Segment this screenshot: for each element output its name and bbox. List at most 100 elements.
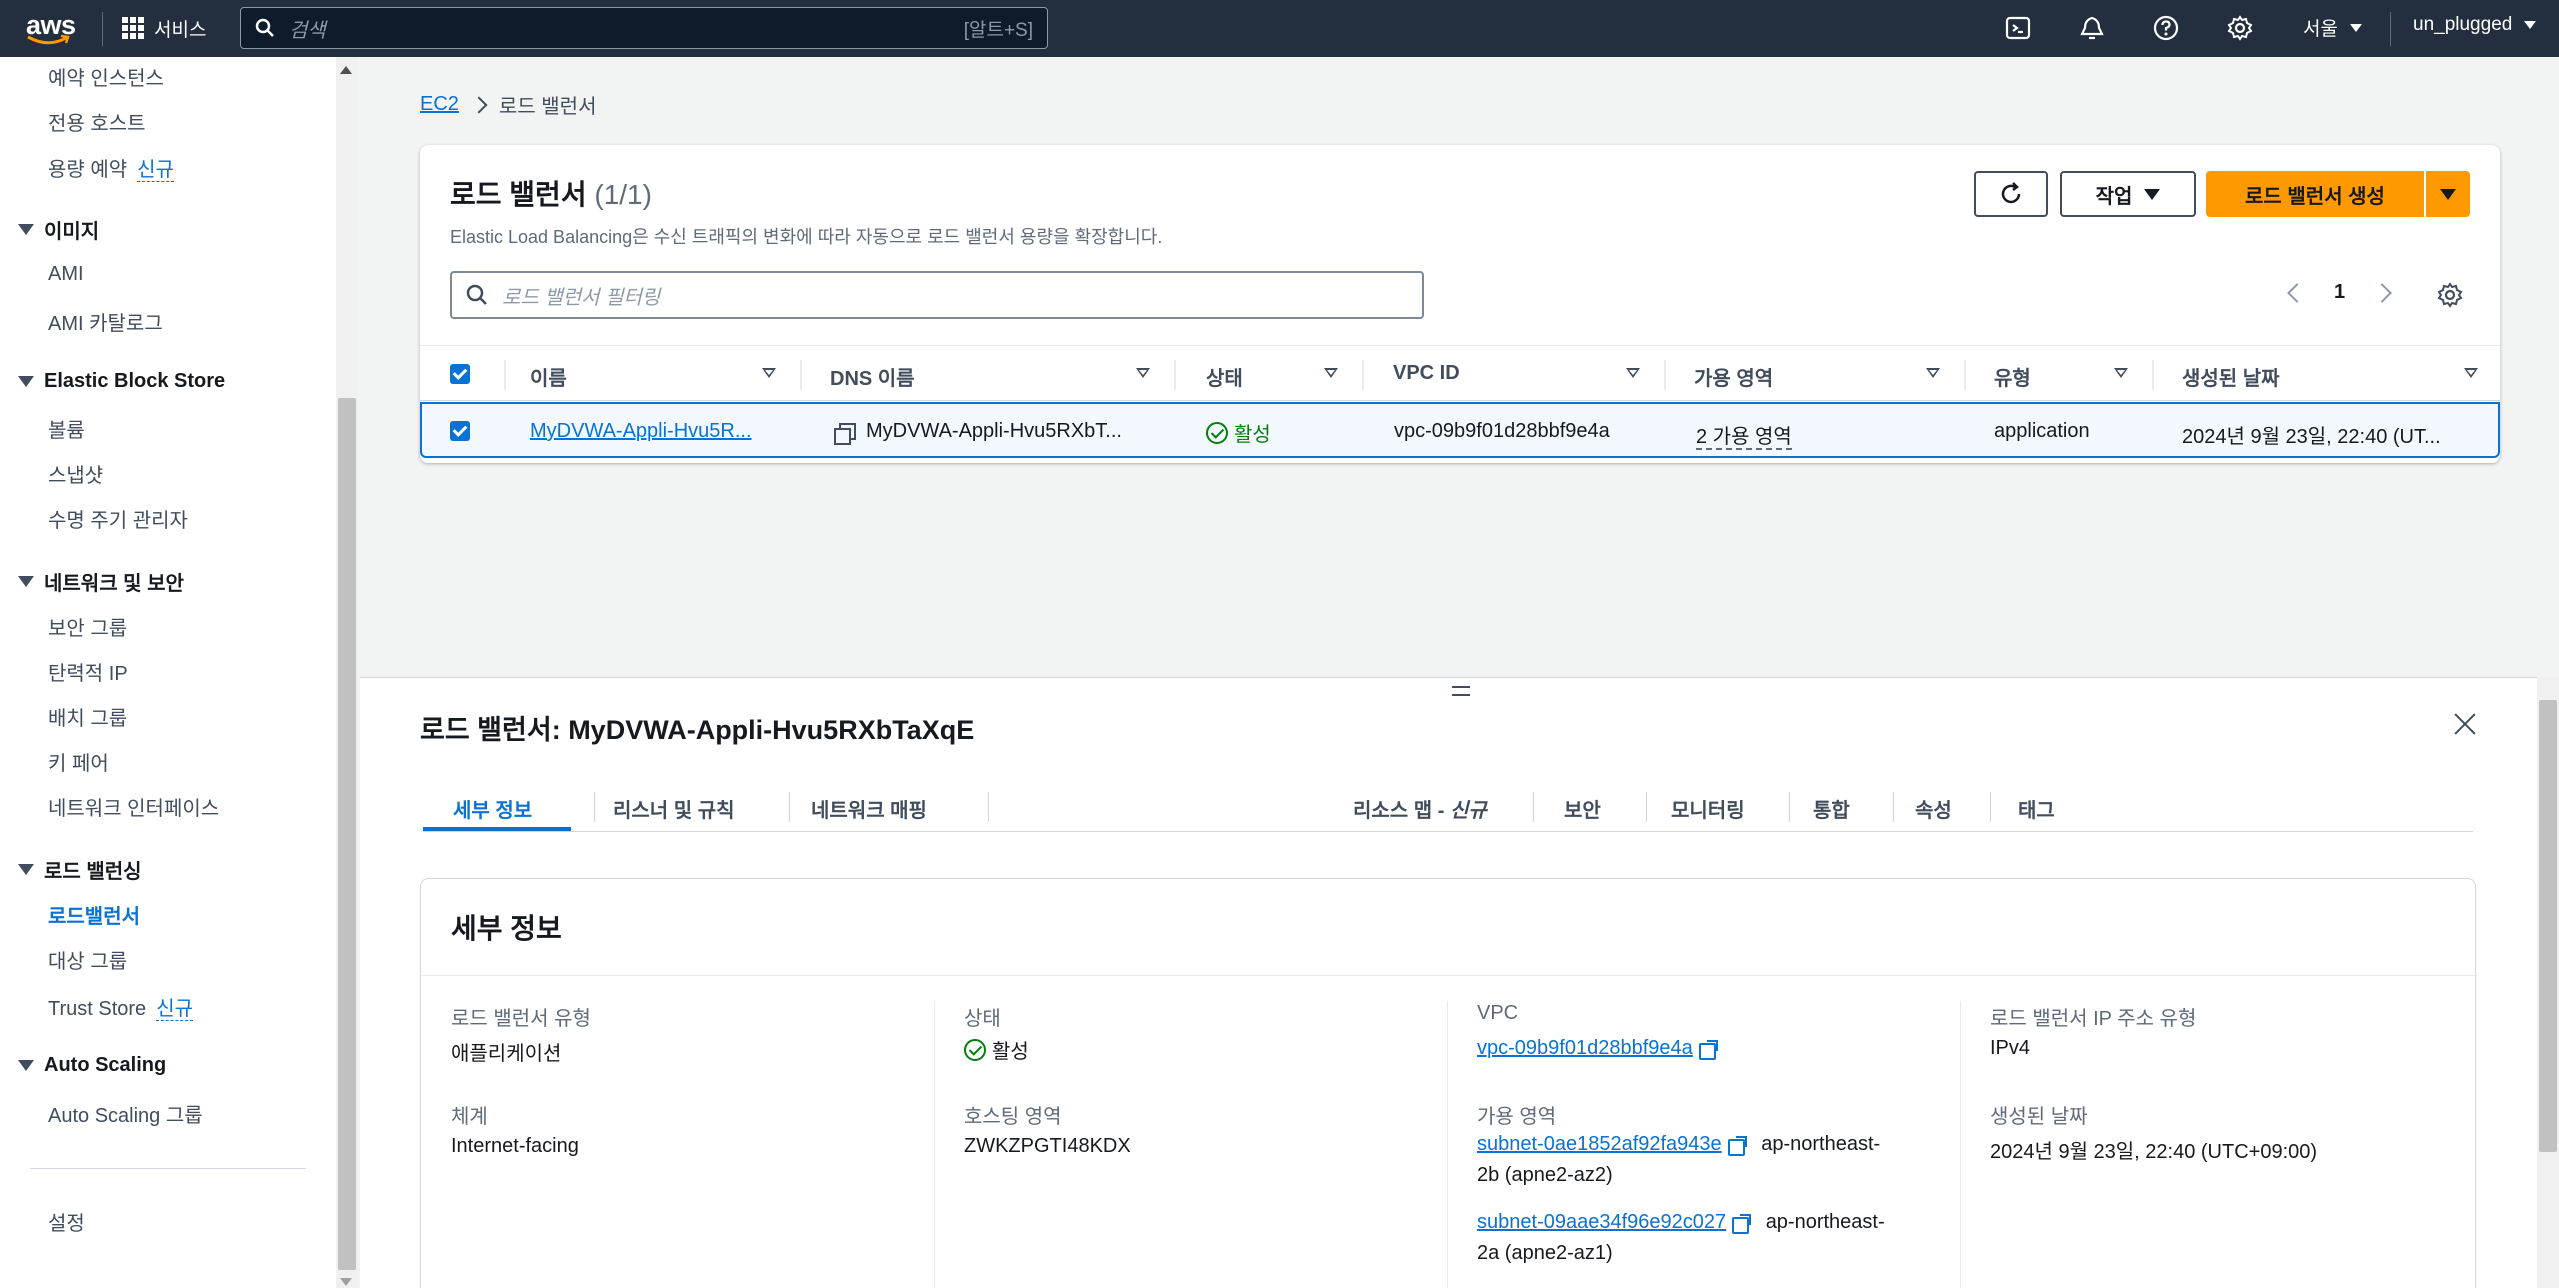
tab-tags[interactable]: 태그 [2018, 794, 2055, 823]
availability-zones-popover-trigger[interactable]: 2 가용 영역 [1696, 426, 1792, 450]
tab-security[interactable]: 보안 [1564, 794, 1601, 823]
help-icon[interactable] [2152, 14, 2180, 42]
sidebar-item-key-pairs[interactable]: 키 페어 [48, 747, 109, 776]
tab-divider [594, 792, 595, 822]
external-link-icon[interactable] [1727, 1135, 1747, 1156]
column-header-dns-name[interactable]: DNS 이름 [830, 362, 915, 391]
cloudshell-icon[interactable] [2004, 14, 2032, 42]
load-balancer-filter-input[interactable]: 로드 밸런서 필터링 [450, 271, 1424, 319]
external-link-icon[interactable] [1732, 1213, 1752, 1234]
sidebar-item-ami-catalog[interactable]: AMI 카탈로그 [48, 307, 163, 336]
sidebar-section-label: Elastic Block Store [44, 370, 226, 392]
tab-network-mapping[interactable]: 네트워크 매핑 [811, 794, 927, 823]
subnet-2-link[interactable]: subnet-09aae34f96e92c027 [1477, 1211, 1726, 1233]
sidebar-section-images[interactable]: 이미지 [18, 215, 99, 244]
column-header-date-created[interactable]: 생성된 날짜 [2182, 362, 2280, 391]
column-divider [934, 1001, 935, 1288]
tab-details[interactable]: 세부 정보 [453, 794, 532, 823]
sidebar-section-load-balancing[interactable]: 로드 밸런싱 [18, 855, 142, 884]
tab-listeners-rules[interactable]: 리스너 및 규칙 [613, 794, 735, 823]
sidebar-item-capacity-reservations[interactable]: 용량 예약 신규 [48, 153, 174, 182]
sort-icon[interactable] [2464, 368, 2478, 378]
table-row[interactable]: MyDVWA-Appli-Hvu5R... MyDVWA-Appli-Hvu5R… [420, 402, 2500, 458]
region-selector[interactable]: 서울 [2303, 14, 2362, 41]
column-header-availability-zones[interactable]: 가용 영역 [1694, 362, 1773, 391]
status-value: 활성 [964, 1035, 1029, 1064]
sidebar-item-auto-scaling-groups[interactable]: Auto Scaling 그룹 [48, 1099, 203, 1128]
sidebar-item-elastic-ips[interactable]: 탄력적 IP [48, 657, 128, 686]
sidebar-section-ebs[interactable]: Elastic Block Store [18, 370, 225, 393]
sidebar-item-volumes[interactable]: 볼륨 [48, 414, 85, 443]
settings-gear-icon[interactable] [2226, 14, 2254, 42]
column-header-vpc-id[interactable]: VPC ID [1393, 362, 1460, 385]
sidebar-item-load-balancers[interactable]: 로드밸런서 [48, 900, 140, 929]
sidebar-item-dedicated-hosts[interactable]: 전용 호스트 [48, 107, 146, 136]
row-checkbox[interactable] [450, 421, 470, 441]
external-link-icon[interactable] [1698, 1039, 1718, 1060]
sidebar-item-security-groups[interactable]: 보안 그룹 [48, 612, 127, 641]
column-divider [2152, 360, 2154, 390]
current-page[interactable]: 1 [2334, 281, 2345, 304]
sidebar-item-target-groups[interactable]: 대상 그룹 [48, 945, 127, 974]
resize-handle-icon[interactable] [1452, 686, 1470, 696]
vpc-id-cell: vpc-09b9f01d28bbf9e4a [1394, 420, 1610, 442]
services-menu-button[interactable]: 서비스 [122, 13, 206, 43]
tab-monitoring[interactable]: 모니터링 [1671, 794, 1745, 823]
sidebar-section-auto-scaling[interactable]: Auto Scaling [18, 1054, 166, 1077]
scroll-up-arrow-icon[interactable] [340, 66, 352, 74]
sidebar-item-network-interfaces[interactable]: 네트워크 인터페이스 [48, 792, 219, 821]
sidebar-section-label: 이미지 [44, 221, 100, 243]
availability-zones-cell[interactable]: 2 가용 영역 [1696, 420, 1792, 450]
sidebar-item-reserved-instances[interactable]: 예약 인스턴스 [48, 62, 164, 91]
sort-icon[interactable] [1926, 368, 1940, 378]
create-load-balancer-dropdown[interactable] [2426, 171, 2470, 217]
sidebar-section-network-security[interactable]: 네트워크 및 보안 [18, 567, 184, 596]
vpc-link[interactable]: vpc-09b9f01d28bbf9e4a [1477, 1037, 1693, 1059]
copy-icon[interactable] [834, 422, 856, 445]
sort-icon[interactable] [1136, 368, 1150, 378]
subnet-1-link[interactable]: subnet-0ae1852af92fa943e [1477, 1133, 1722, 1155]
status-text: 활성 [992, 1041, 1029, 1063]
az-label: 가용 영역 [1477, 1106, 1557, 1128]
status-label: 상태 [964, 1008, 1001, 1030]
sort-icon[interactable] [1626, 368, 1640, 378]
sort-icon[interactable] [2114, 368, 2128, 378]
sidebar-item-placement-groups[interactable]: 배치 그룹 [48, 702, 127, 731]
lb-name-link[interactable]: MyDVWA-Appli-Hvu5R... [530, 420, 752, 443]
account-menu[interactable]: un_plugged [2413, 14, 2537, 36]
sort-icon[interactable] [1324, 368, 1338, 378]
caret-down-icon [18, 224, 34, 235]
create-load-balancer-button[interactable]: 로드 밸런서 생성 [2206, 171, 2424, 217]
sort-icon[interactable] [762, 368, 776, 378]
load-balancers-panel: 로드 밸런서 (1/1) Elastic Load Balancing은 수신 … [420, 145, 2500, 463]
breadcrumb-ec2-link[interactable]: EC2 [420, 93, 459, 116]
sidebar-item-lifecycle-manager[interactable]: 수명 주기 관리자 [48, 504, 188, 533]
column-header-type[interactable]: 유형 [1994, 362, 2031, 391]
actions-dropdown-button[interactable]: 작업 [2060, 171, 2196, 217]
tab-attributes[interactable]: 속성 [1915, 794, 1952, 823]
sidebar-item-settings[interactable]: 설정 [48, 1207, 85, 1236]
sidebar-scrollbar-thumb[interactable] [338, 398, 356, 1270]
sidebar-item-snapshots[interactable]: 스냅샷 [48, 459, 103, 488]
notifications-bell-icon[interactable] [2078, 14, 2106, 42]
tab-resource-map[interactable]: 리소스 맵 - 신규 [1353, 794, 1487, 823]
caret-down-icon [18, 864, 34, 875]
tab-integrations[interactable]: 통합 [1813, 794, 1850, 823]
caret-down-icon [2524, 21, 2537, 29]
page-title: 로드 밸런서 (1/1) [450, 173, 652, 213]
split-panel-scrollbar-thumb[interactable] [2539, 700, 2557, 1152]
sidebar-item-ami[interactable]: AMI [48, 263, 84, 286]
sidebar-item-trust-store[interactable]: Trust Store 신규 [48, 992, 193, 1021]
column-header-name[interactable]: 이름 [530, 362, 567, 391]
close-icon[interactable] [2453, 712, 2477, 736]
global-search-input[interactable]: 검색 [알트+S] [240, 7, 1048, 49]
scroll-down-arrow-icon[interactable] [340, 1278, 352, 1286]
table-preferences-gear-icon[interactable] [2436, 281, 2464, 309]
column-header-state[interactable]: 상태 [1206, 362, 1243, 391]
previous-page-icon[interactable] [2287, 282, 2307, 303]
chevron-right-icon [470, 96, 488, 113]
select-all-checkbox[interactable] [450, 364, 470, 384]
refresh-button[interactable] [1974, 171, 2048, 217]
aws-logo[interactable]: aws [22, 8, 78, 48]
next-page-icon[interactable] [2372, 282, 2393, 303]
